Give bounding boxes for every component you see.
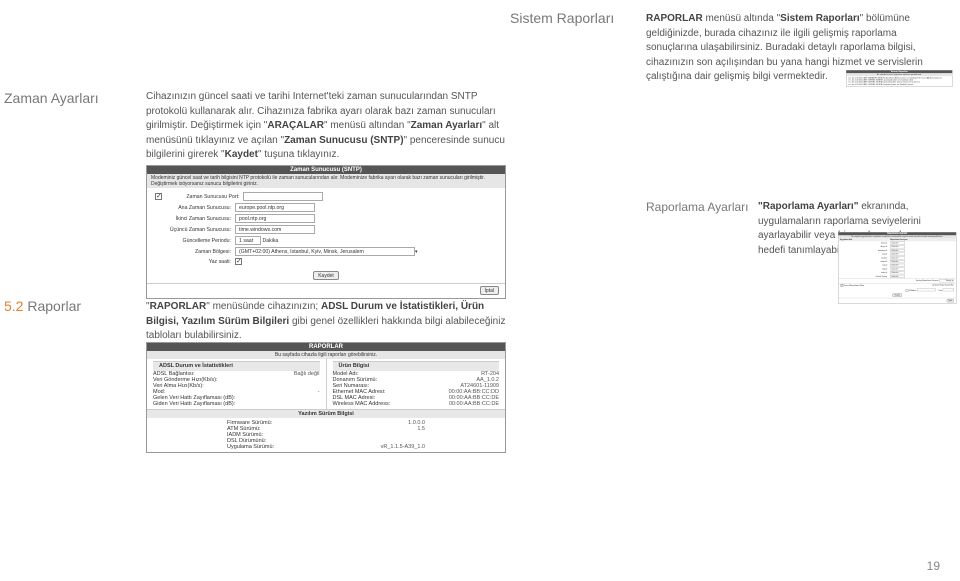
section-number: 5.2 (4, 298, 27, 314)
select-syslog-timing[interactable]: Timing ▾ (939, 279, 954, 282)
select-level[interactable]: Critical ▾ (890, 253, 905, 256)
label: Zaman Sunucusu Port: (163, 194, 243, 200)
label-remote-reporting: Uzaktan Raporlama Etkin (932, 284, 954, 287)
kaydet-button[interactable]: Kaydet (892, 293, 901, 296)
chevron-down-icon: ▾ (897, 249, 898, 251)
kv-row: Wireless MAC Address:00:00:AA:BB:CC:DE (333, 401, 500, 407)
label: Güncelleme Periodu: (155, 238, 235, 244)
label-remote-port: Port (939, 290, 943, 292)
panel-raporlar: RAPORLAR Bu sayfada cihazla ilgili rapor… (146, 342, 506, 453)
section-head-yazilim: Yazılım Sürüm Bilgisi (147, 409, 505, 418)
text: " tuşuna tıklayınız. (258, 149, 339, 160)
chevron-down-icon: ▾ (897, 242, 898, 244)
select-level[interactable]: Critical ▾ (890, 249, 905, 252)
section-title-raporlama-ayarlari: Raporlama Ayarları (646, 200, 749, 214)
select-level[interactable]: Critical ▾ (890, 271, 905, 274)
label: Ana Zaman Sunucusu: (155, 205, 235, 211)
panel-title: RAPORLAR (147, 343, 505, 351)
paragraph-5-2-raporlar: "RAPORLAR" menüsünde cihazınızın; ADSL D… (146, 300, 506, 344)
text-sistem-raporlari-bold: Sistem Raporları (780, 13, 859, 24)
chevron-down-icon: ▾ (897, 253, 898, 255)
panel-zaman-sunucusu-sntp: Zaman Sunucusu (SNTP) Modeminiz güncel s… (146, 165, 506, 299)
text-zaman-sunucusu-bold: Zaman Sunucusu (SNTP) (284, 135, 403, 146)
chevron-down-icon: ▾ (897, 257, 898, 259)
text-aracalar-bold: ARAÇALAR (267, 120, 324, 131)
select-level[interactable]: Critical ▾ (890, 268, 905, 271)
checkbox-kernel-reporting[interactable] (841, 284, 844, 287)
input-update-period[interactable]: 1 saat (235, 236, 261, 245)
text-raporlama-ayarlari-bold: "Raporlama Ayarları" (758, 201, 858, 212)
select-level[interactable]: Critical ▾ (890, 264, 905, 267)
select-level[interactable]: Critical ▾ (890, 242, 905, 245)
panel-title: Zaman Sunucusu (SNTP) (147, 166, 505, 174)
label: Zaman Bölgesi: (155, 249, 235, 255)
iptal-button[interactable]: İptal (480, 286, 499, 295)
panel-sistem-raporlari-log: Sistem Raporları Bu sayfada kernel ve uy… (846, 70, 953, 87)
label: Yaz saati: (155, 259, 235, 265)
panel-description: Bu sayfada cihazla ilgili raporları göre… (147, 351, 505, 359)
input-secondary-ntp[interactable]: pool.ntp.org (235, 214, 315, 223)
text: menüsü altında " (703, 13, 781, 24)
panel-raporlama-ayarlari: Raporlama Ayarları Bu sayfada uygulamala… (838, 232, 956, 304)
page-number: 19 (927, 559, 940, 573)
chevron-down-icon: ▾ (897, 260, 898, 262)
paragraph-zaman-ayarlari: Cihazınızın güncel saati ve tarihi Inter… (146, 90, 506, 163)
label-syslog-timing: Syslog Raporlama Zamanı (916, 280, 939, 282)
select-kernel-level[interactable]: Critical ▾ (890, 275, 905, 278)
section-title-sistem-raporlari: Sistem Raporları (510, 10, 614, 26)
chevron-down-icon: ▾ (897, 268, 898, 270)
checkbox-dst[interactable] (235, 258, 242, 265)
chevron-down-icon: ▾ (897, 246, 898, 248)
panel-description: Modeminiz güncel saat ve tarih bilgisini… (147, 174, 505, 188)
chevron-down-icon: ▾ (897, 264, 898, 266)
text-kaydet-bold: Kaydet (225, 149, 258, 160)
chevron-down-icon: ▾ (415, 249, 418, 255)
section-head-urun: Ürün Bilgisi (333, 361, 500, 371)
input-remote-port[interactable] (943, 288, 954, 291)
chevron-down-icon: ▾ (952, 280, 953, 282)
input-remote-ip[interactable] (917, 288, 936, 291)
text: " menüsü altından " (324, 120, 411, 131)
select-level[interactable]: Critical ▾ (890, 256, 905, 259)
section-head-adsl: ADSL Durum ve İstatistikleri (153, 361, 320, 371)
text-raporlar-bold: RAPORLAR (646, 13, 703, 24)
select-timezone[interactable]: (GMT+02:00) Athens, Istanbul, Kyiv, Mins… (235, 247, 415, 256)
input-third-ntp[interactable]: time.windows.com (235, 225, 315, 234)
label-minute: Dakika (262, 238, 278, 244)
label: İkinci Zaman Sunucusu: (155, 216, 235, 222)
label-kernel-reporting: Kernel Raporlama Etkin (844, 284, 864, 286)
iptal-button[interactable]: İptal (947, 299, 954, 302)
select-level[interactable]: Critical ▾ (890, 260, 905, 263)
text-zaman-ayarlari-bold: Zaman Ayarları (411, 120, 483, 131)
kv-row: Uygulama Sürümü:vR_1.1.5-A39_1.0 (227, 444, 425, 450)
checkbox-remote-ip[interactable] (906, 289, 909, 292)
section-name: Raporlar (27, 298, 81, 314)
label: Üçüncü Zaman Sunucusu: (155, 227, 235, 233)
input-sntp-port[interactable] (243, 192, 323, 201)
chevron-down-icon: ▾ (897, 272, 898, 274)
checkbox-sntp-port[interactable] (155, 193, 162, 200)
kv-row: Giden Veri Hattı Zayıflaması (dB): (153, 401, 320, 407)
section-title-zaman-ayarlari: Zaman Ayarları (4, 90, 99, 106)
text: " menüsünde cihazınızın; (206, 301, 321, 312)
label-remote-ip: IP Adresi (909, 290, 917, 292)
chevron-down-icon: ▾ (897, 275, 898, 277)
log-line: >>> Jan 1 02:00:10 ASP_KERNEL MORIAL [as… (846, 83, 952, 85)
text-raporlar-bold: RAPORLAR (150, 301, 207, 312)
select-level[interactable]: Critical ▾ (890, 245, 905, 248)
kaydet-button[interactable]: Kaydet (313, 271, 339, 280)
section-title-5-2-raporlar: 5.2 Raporlar (4, 298, 81, 314)
input-primary-ntp[interactable]: europe.pool.ntp.org (235, 203, 315, 212)
